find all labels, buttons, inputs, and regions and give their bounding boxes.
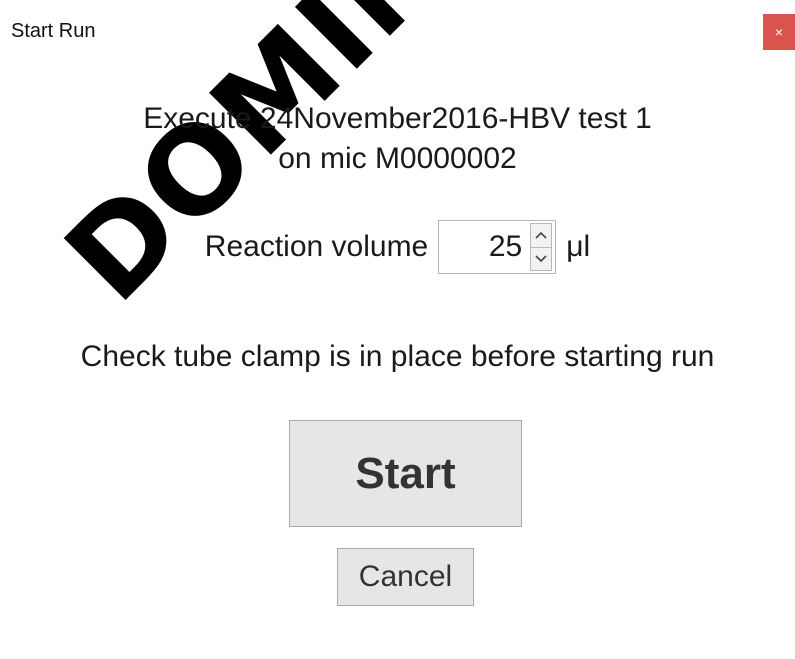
chevron-up-icon (535, 228, 547, 242)
stepper-down-button[interactable] (530, 247, 553, 271)
reaction-volume-stepper[interactable]: 25 (438, 220, 557, 274)
stepper-up-button[interactable] (530, 223, 553, 248)
close-button[interactable]: × (763, 14, 795, 50)
close-icon: × (774, 24, 784, 40)
run-description-line1: Execute 24November2016-HBV test 1 (143, 102, 652, 135)
run-description-line2: on mic M0000002 (278, 142, 517, 175)
reaction-volume-value[interactable]: 25 (439, 230, 530, 264)
chevron-down-icon (535, 252, 547, 266)
reaction-volume-row: Reaction volume 25 μl (0, 220, 795, 274)
window-title: Start Run (11, 20, 96, 42)
stepper-arrows (530, 223, 553, 271)
reaction-volume-label: Reaction volume (204, 230, 429, 263)
title-bar: Start Run × (0, 0, 795, 64)
cancel-button[interactable]: Cancel (337, 548, 474, 606)
instruction-text: Check tube clamp is in place before star… (80, 340, 715, 373)
start-run-dialog: DOMINIQUE Start Run × Execute 24November… (0, 0, 795, 659)
dialog-content: Start Run × Execute 24November2016-HBV t… (0, 0, 795, 659)
volume-unit: μl (566, 230, 591, 263)
start-button[interactable]: Start (289, 420, 522, 527)
